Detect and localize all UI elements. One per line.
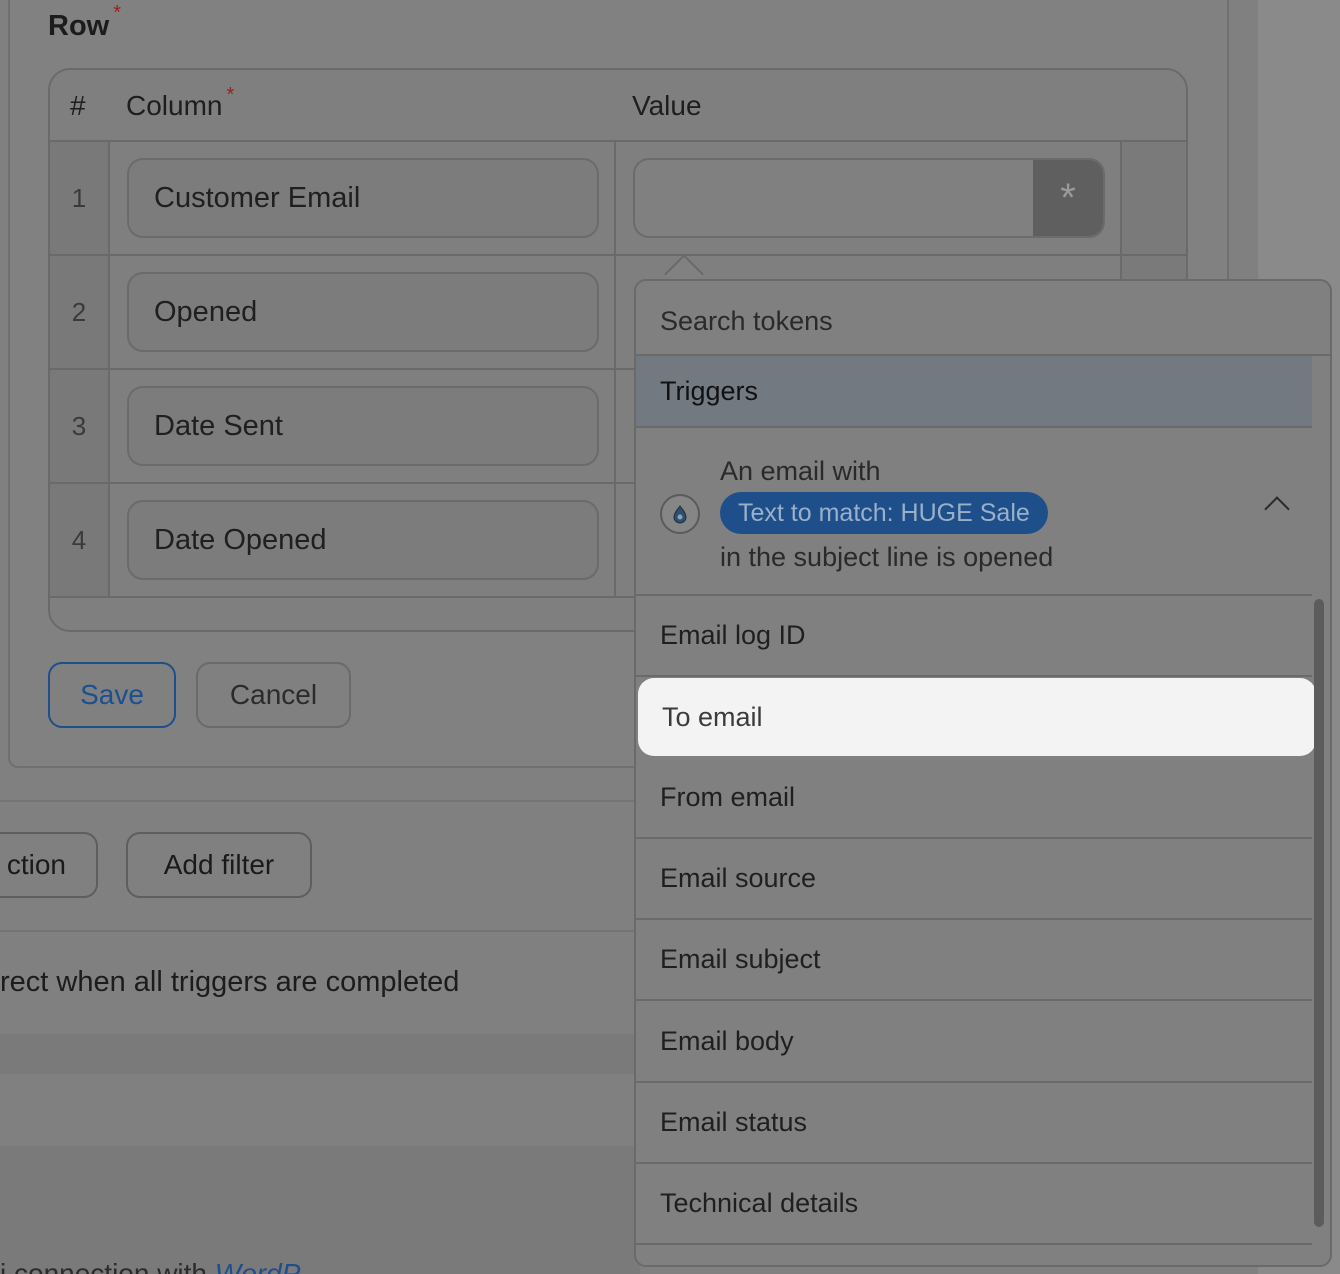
token-item-technical-details[interactable]: Technical details (636, 1164, 1312, 1245)
add-filter-button[interactable]: Add filter (126, 832, 312, 898)
section-band (0, 1034, 640, 1074)
column-select-date-sent[interactable]: Date Sent (127, 386, 599, 466)
header-column: Column * (126, 84, 235, 121)
search-tokens-input[interactable] (660, 301, 1300, 341)
footer-text: i connection with WordP (0, 1258, 300, 1274)
save-button[interactable]: Save (48, 662, 176, 728)
row-number: 3 (50, 370, 110, 482)
column-select-customer-email[interactable]: Customer Email (127, 158, 599, 238)
table-header: # Column * Value (50, 70, 1186, 142)
email-trigger-icon (660, 494, 700, 534)
token-item-email-body[interactable]: Email body (636, 1002, 1312, 1083)
trigger-description-start: An email with (720, 456, 881, 486)
row-number: 2 (50, 256, 110, 368)
row-number: 1 (50, 142, 110, 254)
token-dropdown: Triggers An email with Text to match: HU… (634, 279, 1332, 1267)
column-select-date-opened[interactable]: Date Opened (127, 500, 599, 580)
page: Row * # Column * Value 1 Customer Email * … (0, 0, 1340, 1274)
header-value: Value (632, 90, 702, 121)
token-list: Triggers An email with Text to match: HU… (636, 356, 1316, 1265)
column-select-opened[interactable]: Opened (127, 272, 599, 352)
value-input[interactable]: * (633, 158, 1105, 238)
table-row: 1 Customer Email * (50, 142, 1186, 256)
token-item-email-log-id[interactable]: Email log ID (636, 596, 1312, 677)
section-band (0, 1146, 640, 1274)
cancel-button[interactable]: Cancel (196, 662, 351, 728)
token-item-to-email[interactable]: To email (638, 678, 1316, 756)
row-number: 4 (50, 484, 110, 596)
row-label: Row * (48, 2, 122, 42)
trigger-match-badge: Text to match: HUGE Sale (720, 492, 1048, 534)
required-mark: * (113, 2, 122, 24)
token-item-email-subject[interactable]: Email subject (636, 920, 1312, 1001)
chevron-up-icon[interactable] (1264, 496, 1290, 522)
token-item-email-status[interactable]: Email status (636, 1083, 1312, 1164)
token-item-from-email[interactable]: From email (636, 758, 1312, 839)
divider (0, 930, 640, 932)
divider (0, 800, 640, 802)
search-row (636, 281, 1330, 356)
token-item-email-source[interactable]: Email source (636, 839, 1312, 920)
header-hash: # (70, 90, 86, 121)
group-header-triggers: Triggers (636, 356, 1312, 428)
add-action-button[interactable]: ction (0, 832, 98, 898)
footer-link[interactable]: WordP (215, 1258, 301, 1274)
trigger-card[interactable]: An email with Text to match: HUGE Sale i… (636, 428, 1312, 596)
scrollbar-thumb[interactable] (1314, 599, 1324, 1227)
token-asterisk-button[interactable]: * (1033, 160, 1103, 236)
trigger-completion-text: rect when all triggers are completed (0, 966, 460, 998)
trigger-description-end: in the subject line is opened (720, 542, 1054, 572)
